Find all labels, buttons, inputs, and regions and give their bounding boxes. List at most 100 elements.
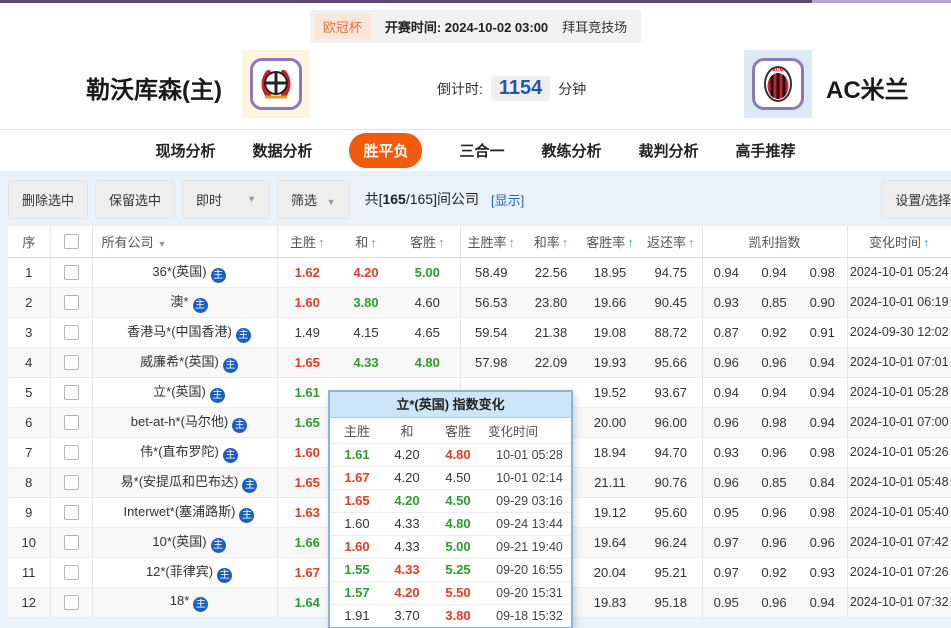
row-select-cell [49,257,92,288]
tab-referee-analysis[interactable]: 裁判分析 [639,140,699,161]
tab-data-analysis[interactable]: 数据分析 [252,140,312,161]
company-cell[interactable]: 威廉希*(英国) 主 [91,347,277,378]
tab-win-draw-lose[interactable]: 胜平负 [349,133,423,168]
col-away-sort[interactable]: 客胜 ↑ [395,226,460,258]
draw-odds-cell[interactable]: 4.20 [337,257,395,288]
company-cell[interactable]: bet-at-h*(马尔他) 主 [91,407,277,438]
away-odds-cell[interactable]: 5.00 [395,257,460,288]
return-rate-cell: 88.72 [640,317,702,348]
col-home-rate-sort[interactable]: 主胜率 ↑ [459,226,522,258]
row-index: 11 [8,557,50,588]
settings-button[interactable]: 设置/选择 [881,179,951,219]
main-company-badge-icon: 主 [217,568,233,583]
home-odds-cell[interactable]: 1.49 [276,317,337,348]
away-odds-cell[interactable]: 4.80 [395,347,460,378]
kelly-cell: 0.94 [701,257,750,288]
kelly-cell: 0.96 [750,437,798,468]
popup-row: 1.65 4.20 4.50 09-29 03:16 [330,489,571,513]
col-away-rate-sort[interactable]: 客胜率 ↑ [580,226,640,258]
company-name: 36*(英国) [152,264,207,279]
return-rate-cell: 96.24 [640,527,702,558]
away-odds-cell[interactable]: 4.65 [395,317,460,348]
company-cell[interactable]: 易*(安提瓜和巴布达) 主 [91,467,277,498]
col-company[interactable]: 所有公司 ▼ [91,226,277,258]
popup-row: 1.67 4.20 4.50 10-01 02:14 [330,466,571,490]
popup-away-value: 4.50 [445,493,471,508]
draw-odds-cell[interactable]: 3.80 [337,287,395,318]
row-checkbox[interactable] [63,264,79,280]
row-select-cell [49,287,92,318]
filter-dropdown[interactable]: 筛选 ▼ [277,179,350,219]
change-time-cell: 2024-10-01 07:26 [846,557,951,588]
row-checkbox[interactable] [63,294,79,310]
row-checkbox[interactable] [63,324,79,340]
company-cell[interactable]: Interwet*(塞浦路斯) 主 [91,497,277,528]
col-time-sort[interactable]: 变化时间 ↑ [846,226,951,258]
popup-time-cell: 09-20 15:31 [486,581,571,605]
row-index: 12 [8,587,50,618]
popup-away-value: 5.50 [445,585,471,600]
company-cell[interactable]: 澳* 主 [91,287,277,318]
popup-home-value: 1.67 [344,470,370,485]
popup-draw-cell: 4.20 [384,581,430,605]
tab-live-analysis[interactable]: 现场分析 [155,140,215,161]
row-checkbox[interactable] [63,354,79,370]
row-checkbox[interactable] [63,504,79,520]
row-checkbox[interactable] [63,444,79,460]
kelly-cell: 0.98 [798,497,847,528]
row-checkbox[interactable] [63,534,79,550]
popup-home-value: 1.65 [344,493,370,508]
row-checkbox[interactable] [63,564,79,580]
tab-three-in-one[interactable]: 三合一 [459,140,504,161]
delete-selected-button[interactable]: 删除选中 [8,179,89,219]
popup-away-cell: 3.80 [430,604,486,627]
kelly-cell: 0.93 [701,287,750,318]
col-draw-rate-sort[interactable]: 和率 ↑ [522,226,580,258]
row-checkbox[interactable] [63,594,79,610]
company-cell[interactable]: 10*(英国) 主 [91,527,277,558]
away-rate-cell: 19.12 [580,497,640,528]
draw-odds-cell[interactable]: 4.15 [337,317,395,348]
company-cell[interactable]: 36*(英国) 主 [91,257,277,288]
keep-selected-button[interactable]: 保留选中 [95,179,176,219]
col-home-sort[interactable]: 主胜 ↑ [276,226,337,258]
company-name: 10*(英国) [152,534,207,549]
col-return-rate-sort[interactable]: 返还率 ↑ [640,226,702,258]
row-checkbox[interactable] [63,474,79,490]
chevron-down-icon: ▼ [247,194,257,204]
popup-draw-cell: 4.20 [384,443,430,467]
time-filter-dropdown[interactable]: 即时 ▼ [182,179,271,219]
popup-away-cell: 5.25 [430,558,486,582]
company-cell[interactable]: 香港马*(中国香港) 主 [91,317,277,348]
show-link[interactable]: [显示] [491,190,524,209]
select-all-checkbox[interactable] [63,233,79,249]
row-select-cell [49,527,92,558]
tab-expert-picks[interactable]: 高手推荐 [736,140,796,161]
company-cell[interactable]: 伟*(直布罗陀) 主 [91,437,277,468]
draw-odds-cell[interactable]: 4.33 [337,347,395,378]
kelly-cell: 0.91 [798,317,847,348]
company-cell[interactable]: 立*(英国) 主 [91,377,277,408]
row-select-cell [49,497,92,528]
home-odds-cell[interactable]: 1.65 [276,347,337,378]
company-cell[interactable]: 18* 主 [91,587,277,618]
popup-home-value: 1.57 [344,585,370,600]
home-odds-cell[interactable]: 1.62 [276,257,337,288]
row-index: 5 [8,377,50,408]
away-odds-value: 4.80 [414,354,440,370]
row-checkbox[interactable] [63,384,79,400]
row-checkbox[interactable] [63,414,79,430]
col-draw-sort[interactable]: 和 ↑ [337,226,395,258]
popup-home-cell: 1.60 [330,512,384,536]
away-odds-cell[interactable]: 4.60 [395,287,460,318]
popup-row: 1.60 4.33 4.80 09-24 13:44 [330,512,571,536]
company-cell[interactable]: 12*(菲律宾) 主 [91,557,277,588]
strip-dark-segment [0,0,812,3]
home-odds-cell[interactable]: 1.60 [276,287,337,318]
popup-home-cell: 1.55 [330,558,384,582]
company-name: 香港马*(中国香港) [127,324,232,339]
company-count: 共[165/165]间公司 [364,191,479,207]
kelly-cell: 0.94 [798,407,847,438]
tab-coach-analysis[interactable]: 教练分析 [542,140,602,161]
company-name: 立*(英国) [153,384,206,399]
